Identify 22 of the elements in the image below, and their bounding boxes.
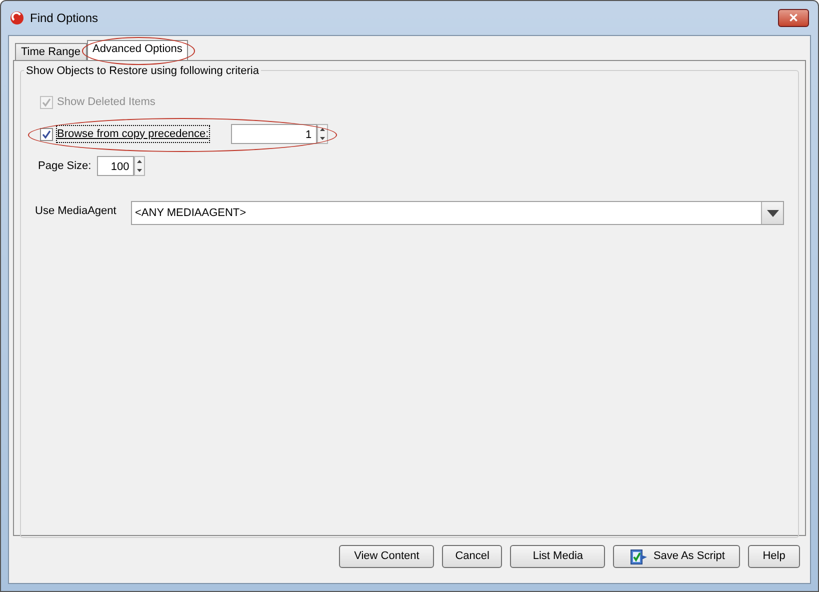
- spin-buttons[interactable]: [316, 124, 328, 144]
- spin-buttons[interactable]: [134, 156, 146, 176]
- script-icon: [630, 548, 648, 564]
- window-title: Find Options: [30, 10, 98, 27]
- checkbox[interactable]: [40, 128, 53, 140]
- field-label: Use MediaAgent: [35, 204, 118, 219]
- dialog-button[interactable]: List Media: [510, 545, 606, 568]
- app-icon: [10, 11, 24, 25]
- dialog-button[interactable]: Cancel: [442, 545, 502, 568]
- tab[interactable]: Advanced Options: [86, 40, 188, 60]
- field-label: Page Size:: [38, 158, 92, 174]
- checkbox-label: Show Deleted Items: [57, 94, 156, 110]
- number-field[interactable]: 100: [97, 156, 134, 176]
- dialog-button[interactable]: Save As Script: [613, 545, 740, 568]
- caret-icon: [766, 210, 778, 216]
- group-title: Show Objects to Restore using following criteria: [24, 63, 261, 80]
- dialog-button[interactable]: Help: [748, 545, 800, 568]
- checkbox-label: Browse from copy precedence:: [57, 126, 209, 142]
- tab[interactable]: Time Range: [15, 43, 87, 60]
- media-agent-dropdown[interactable]: <ANY MEDIAAGENT>: [131, 201, 784, 225]
- dialog-button[interactable]: View Content: [339, 545, 434, 568]
- number-field[interactable]: 1: [230, 124, 317, 144]
